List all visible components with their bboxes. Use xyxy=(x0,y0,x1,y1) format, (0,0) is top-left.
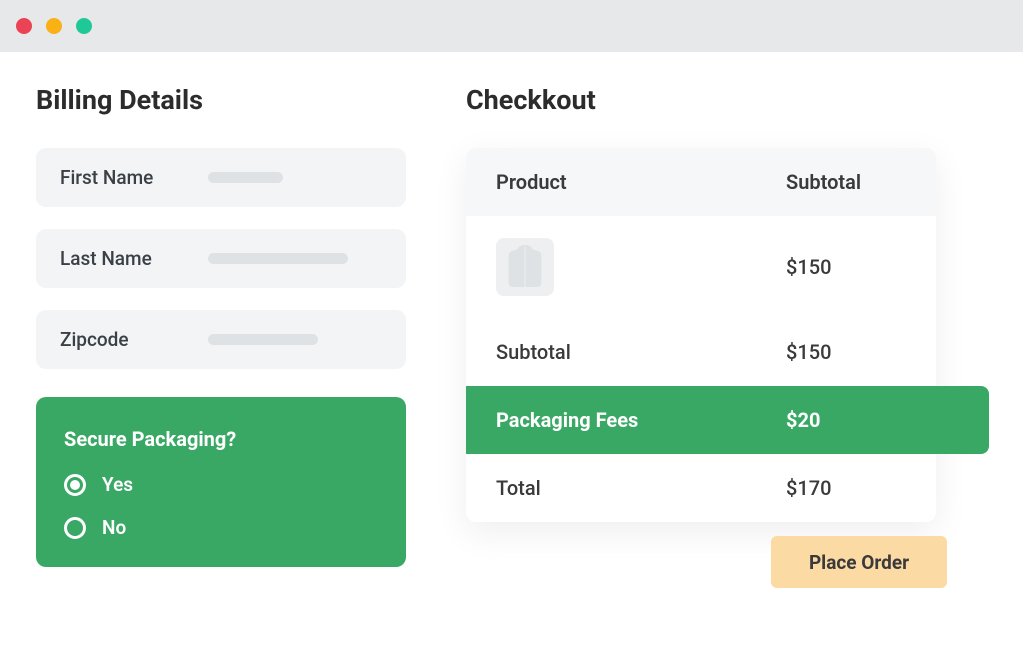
header-subtotal: Subtotal xyxy=(786,170,906,194)
last-name-field[interactable]: Last Name xyxy=(36,229,406,288)
placeholder-bar xyxy=(208,253,348,264)
packaging-label: Packaging Fees xyxy=(496,408,638,432)
window-maximize-dot[interactable] xyxy=(76,18,92,34)
total-row: Total $170 xyxy=(466,454,936,522)
checkout-heading: Checkkout xyxy=(466,84,987,116)
secure-packaging-no[interactable]: No xyxy=(64,516,378,539)
zipcode-label: Zipcode xyxy=(60,328,180,351)
total-label: Total xyxy=(496,476,541,500)
packaging-value: $20 xyxy=(786,408,959,432)
first-name-label: First Name xyxy=(60,166,180,189)
checkout-header: Product Subtotal xyxy=(466,148,936,216)
secure-packaging-card: Secure Packaging? Yes No xyxy=(36,397,406,567)
radio-label: No xyxy=(102,516,126,539)
total-value: $170 xyxy=(786,476,906,500)
header-product: Product xyxy=(496,170,567,194)
radio-icon xyxy=(64,474,86,496)
packaging-fees-row: Packaging Fees $20 xyxy=(466,386,989,454)
subtotal-value: $150 xyxy=(786,340,906,364)
zipcode-field[interactable]: Zipcode xyxy=(36,310,406,369)
product-thumbnail xyxy=(496,238,554,296)
window-close-dot[interactable] xyxy=(16,18,32,34)
first-name-field[interactable]: First Name xyxy=(36,148,406,207)
subtotal-label: Subtotal xyxy=(496,340,571,364)
secure-packaging-yes[interactable]: Yes xyxy=(64,473,378,496)
subtotal-row: Subtotal $150 xyxy=(466,318,936,386)
shirt-icon xyxy=(505,245,545,289)
secure-packaging-title: Secure Packaging? xyxy=(64,427,378,451)
radio-label: Yes xyxy=(102,473,133,496)
placeholder-bar xyxy=(208,172,283,183)
last-name-label: Last Name xyxy=(60,247,180,270)
billing-heading: Billing Details xyxy=(36,84,406,116)
window-minimize-dot[interactable] xyxy=(46,18,62,34)
line-item-row: $150 xyxy=(466,216,936,318)
placeholder-bar xyxy=(208,334,318,345)
checkout-card: Product Subtotal $150 Subtotal $150 Pack… xyxy=(466,148,936,522)
window-titlebar xyxy=(0,0,1023,52)
place-order-button[interactable]: Place Order xyxy=(771,536,947,588)
line-item-price: $150 xyxy=(786,255,906,279)
radio-icon xyxy=(64,517,86,539)
